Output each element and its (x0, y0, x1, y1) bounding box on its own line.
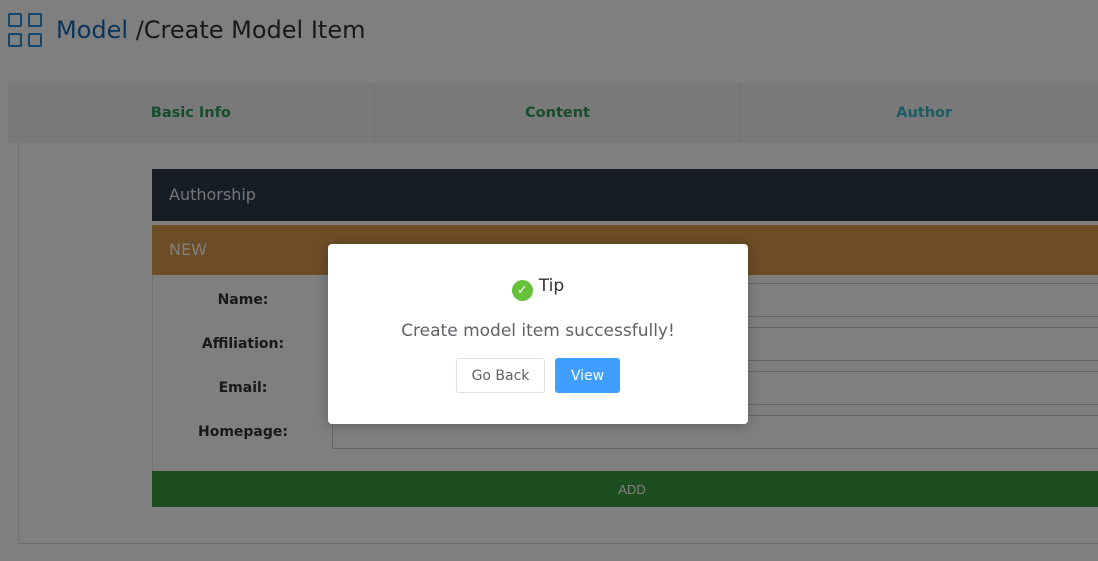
view-button[interactable]: View (555, 358, 620, 393)
check-circle-icon: ✓ (511, 280, 533, 301)
tip-dialog: ✓ Tip Create model item successfully! Go … (328, 244, 748, 424)
dialog-message: Create model item successfully! (401, 321, 675, 341)
dialog-title: ✓ Tip (328, 275, 748, 301)
go-back-button[interactable]: Go Back (456, 358, 545, 393)
dialog-title-text: Tip (538, 276, 565, 296)
